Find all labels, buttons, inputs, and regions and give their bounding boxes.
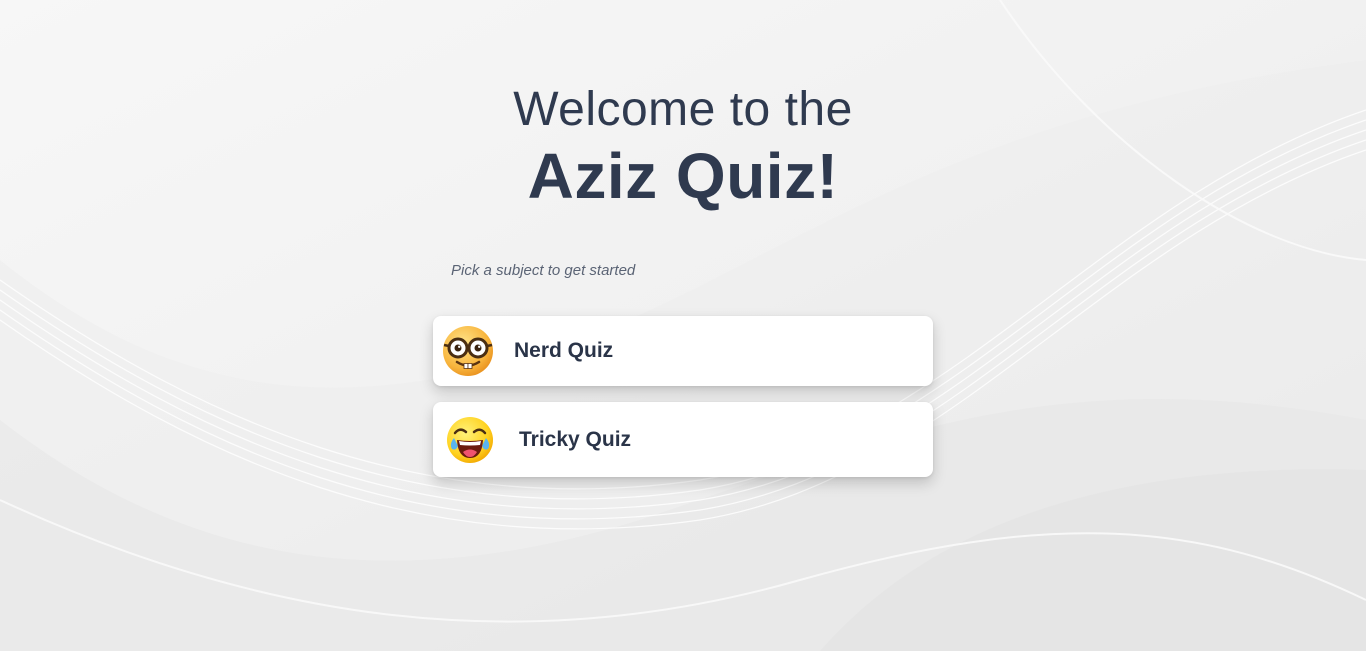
- laughing-crying-face-icon: [447, 416, 493, 463]
- app-title: Aziz Quiz!: [527, 140, 839, 212]
- welcome-heading: Welcome to the: [513, 83, 853, 136]
- tricky-quiz-button[interactable]: Tricky Quiz: [433, 402, 933, 477]
- nerd-quiz-button[interactable]: Nerd Quiz: [433, 316, 933, 386]
- main-content: Welcome to the Aziz Quiz! Pick a subject…: [0, 0, 1366, 651]
- tricky-quiz-label: Tricky Quiz: [519, 427, 632, 451]
- subtitle-text: Pick a subject to get started: [451, 262, 636, 279]
- nerd-quiz-label: Nerd Quiz: [514, 339, 614, 362]
- nerd-face-icon: [443, 326, 493, 376]
